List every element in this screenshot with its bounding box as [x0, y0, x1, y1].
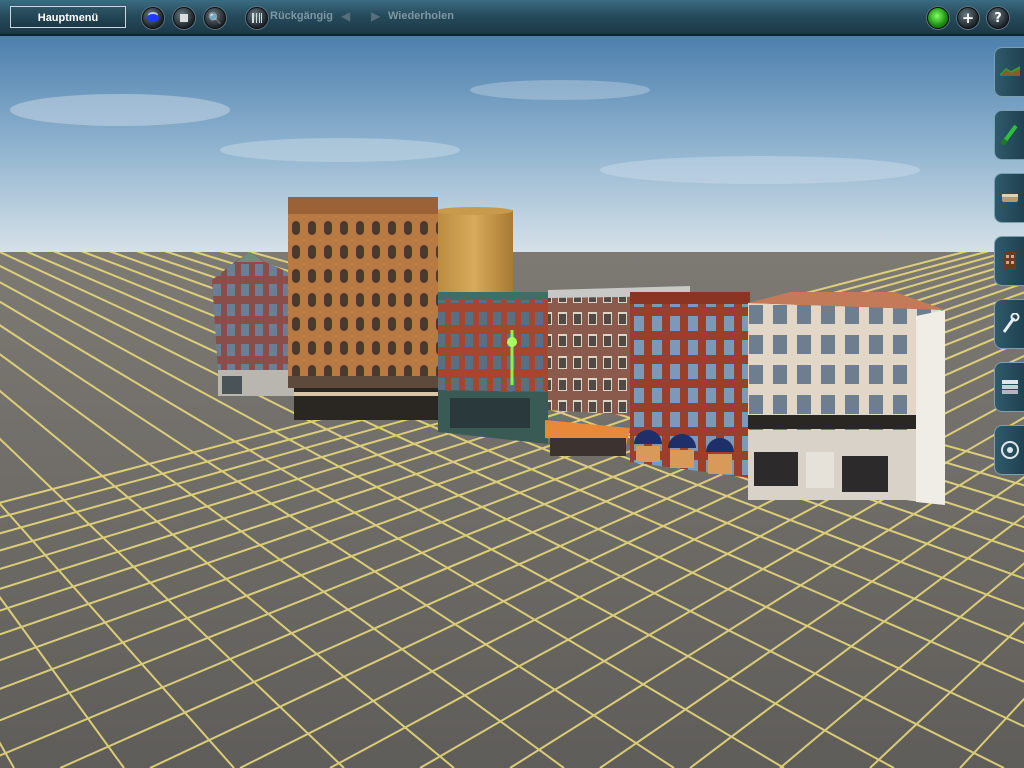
- building-tall-ornate[interactable]: [288, 197, 438, 420]
- add-button[interactable]: +: [957, 7, 979, 29]
- palette-tab-scenery[interactable]: [994, 236, 1024, 286]
- redo-arrow-icon: ▶: [371, 9, 381, 23]
- plus-icon: +: [961, 9, 975, 27]
- paint-icon: [1000, 124, 1018, 145]
- scenery-object-icon: [1003, 252, 1016, 270]
- grid-icon: [252, 13, 262, 23]
- stop-icon: [180, 14, 188, 22]
- water-tank[interactable]: [435, 207, 513, 300]
- building-armani-store[interactable]: [748, 292, 945, 505]
- redo-button[interactable]: Wiederholen: [388, 10, 454, 22]
- search-button[interactable]: 🔍: [204, 7, 226, 29]
- search-icon: 🔍: [208, 11, 222, 25]
- top-toolbar: Hauptmenü 🔍 Rückgängig ◀ ▶ Wiederholen +…: [0, 0, 1024, 36]
- status-light-button[interactable]: [927, 7, 949, 29]
- help-button[interactable]: ?: [987, 7, 1009, 29]
- settings-icon: [1000, 441, 1019, 459]
- help-icon: ?: [994, 10, 1002, 26]
- stop-button[interactable]: [173, 7, 195, 29]
- layers-icon: [1001, 380, 1018, 394]
- scene-viewport[interactable]: [0, 36, 1024, 768]
- undo-arrow-icon: ◀: [341, 9, 351, 23]
- cloud: [470, 80, 650, 100]
- building-brick-small[interactable]: [212, 252, 294, 396]
- tool-icon: [1002, 313, 1019, 333]
- palette-tab-tools[interactable]: [994, 299, 1024, 349]
- grid-button[interactable]: [246, 7, 268, 29]
- cloud: [220, 138, 460, 162]
- palette-tab-paint[interactable]: [994, 110, 1024, 160]
- building-blue-awnings[interactable]: [630, 292, 750, 478]
- terrain-icon: [999, 66, 1020, 76]
- track-icon: [1001, 194, 1018, 202]
- palette-tab-settings[interactable]: [994, 425, 1024, 475]
- main-menu-button[interactable]: Hauptmenü: [10, 6, 126, 28]
- camera-button[interactable]: [142, 7, 164, 29]
- undo-button[interactable]: Rückgängig: [270, 10, 333, 22]
- building-red-brick[interactable]: [438, 292, 548, 444]
- camera-icon: [147, 14, 159, 22]
- palette-tab-track[interactable]: [994, 173, 1024, 223]
- cloud: [10, 94, 230, 126]
- palette-tab-terrain[interactable]: [994, 47, 1024, 97]
- palette-tab-layers[interactable]: [994, 362, 1024, 412]
- cloud: [600, 156, 920, 184]
